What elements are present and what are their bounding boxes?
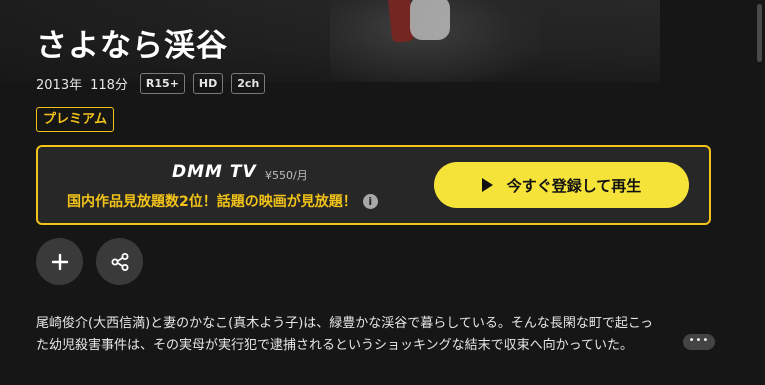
subscribe-and-play-button[interactable]: 今すぐ登録して再生 (434, 162, 689, 208)
more-button[interactable]: ••• (683, 334, 715, 350)
dmm-tv-offer-card: DMM TV ¥550/月 国内作品見放題数2位！話題の映画が見放題！ i 今すぐ… (36, 145, 711, 225)
plus-icon (51, 253, 68, 270)
add-to-list-button[interactable] (36, 238, 83, 285)
synopsis: 尾崎俊介(大西信満)と妻のかなこ(真木よう子)は、緑豊かな渓谷で暮らしている。そ… (36, 313, 716, 357)
synopsis-line: 尾崎俊介(大西信満)と妻のかなこ(真木よう子)は、緑豊かな渓谷で暮らしている。そ… (36, 316, 653, 331)
quality-badge: HD (192, 73, 224, 94)
cta-label: 今すぐ登録して再生 (506, 176, 642, 195)
page-title: さよなら渓谷 (36, 28, 228, 64)
dmm-tv-logo: DMM TV (172, 162, 257, 182)
share-icon (111, 252, 128, 271)
meta-row: 2013年 118分 R15+ HD 2ch (36, 73, 273, 94)
play-icon (481, 178, 493, 192)
release-year: 2013年 (36, 78, 83, 93)
premium-badge: プレミアム (36, 107, 115, 132)
duration: 118分 (90, 78, 128, 93)
audio-badge: 2ch (231, 73, 266, 94)
share-button[interactable] (96, 238, 143, 285)
scrollbar[interactable] (757, 4, 762, 62)
dmm-tv-promo: 国内作品見放題数2位！話題の映画が見放題！ i (67, 191, 378, 211)
promo-text: 国内作品見放題数2位！話題の映画が見放題！ (67, 194, 357, 210)
dmm-tv-price: ¥550/月 (265, 169, 308, 182)
rating-badge: R15+ (139, 73, 185, 94)
synopsis-line: た幼児殺害事件は、その実母が実行犯で逮捕されるというショッキングな結末で収束へ向… (36, 338, 633, 353)
info-icon[interactable]: i (362, 194, 378, 209)
